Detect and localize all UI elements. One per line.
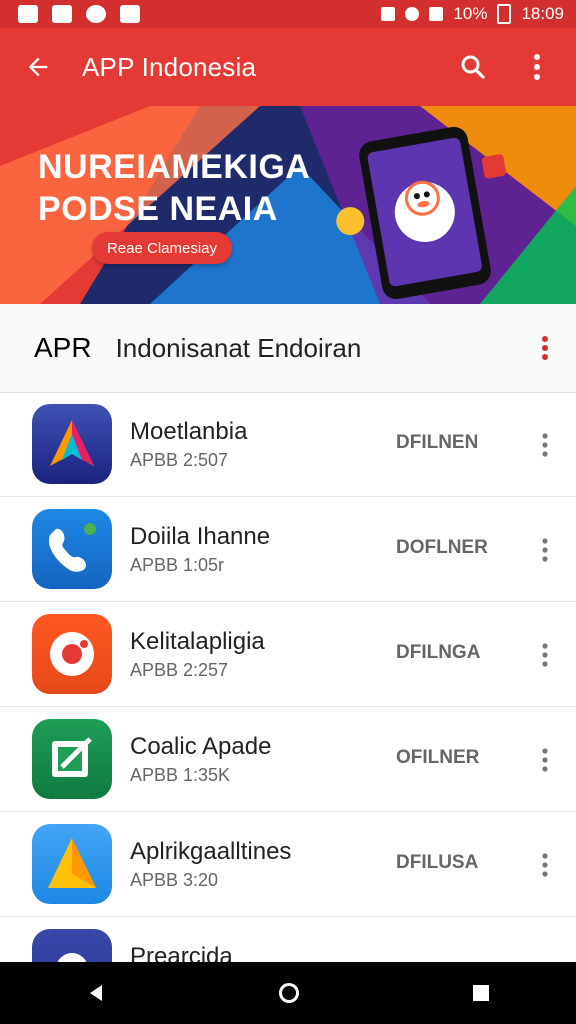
triangle-logo-icon xyxy=(48,838,96,888)
search-button[interactable] xyxy=(452,46,494,88)
edit-icon xyxy=(52,737,92,777)
app-list: Moetlanbia APBB 2:507 DFILNEN Doiila Iha… xyxy=(0,392,576,1021)
section-header: APR Indonisanat Endoiran xyxy=(0,304,576,393)
arrow-logo-icon xyxy=(50,420,94,466)
app-icon xyxy=(32,614,112,694)
promo-banner[interactable]: NUREIAMEKIGA PODSE NEAIA Reae Clamesiay xyxy=(0,106,576,304)
list-item[interactable]: Kelitalapligia APBB 2:257 DFILNGA xyxy=(0,602,576,707)
download-button[interactable]: DFILUSA xyxy=(396,852,478,874)
more-vert-icon[interactable] xyxy=(540,852,550,878)
phone-icon xyxy=(48,523,96,572)
system-nav-bar xyxy=(0,962,576,1024)
clock: 18:09 xyxy=(521,4,564,23)
app-icon xyxy=(32,719,112,799)
location-icon xyxy=(86,5,106,23)
section-more-icon[interactable] xyxy=(540,335,550,361)
back-triangle-icon[interactable] xyxy=(84,981,108,1005)
app-size: APBB 2:257 xyxy=(130,660,229,680)
list-item[interactable]: Aplrikgaalltines APBB 3:20 DFILUSA xyxy=(0,812,576,917)
download-button[interactable]: DOFLNER xyxy=(396,537,488,559)
photo-icon xyxy=(52,5,72,23)
list-item[interactable]: Coalic Apade APBB 1:35K OFILNER xyxy=(0,707,576,812)
more-vert-icon[interactable] xyxy=(540,747,550,773)
more-vert-icon[interactable] xyxy=(540,432,550,458)
app-name: Aplrikgaalltines xyxy=(130,838,292,865)
download-button[interactable]: OFILNER xyxy=(396,747,479,769)
bluetooth-icon xyxy=(381,7,396,21)
phone-illustration xyxy=(336,126,507,300)
list-item[interactable]: Moetlanbia APBB 2:507 DFILNEN xyxy=(0,392,576,497)
app-size: APBB 3:20 xyxy=(130,870,219,890)
status-bar: 10% 18:09 xyxy=(0,0,576,28)
app-icon xyxy=(32,404,112,484)
search-icon xyxy=(461,55,485,79)
section-label: APR xyxy=(34,332,92,363)
more-vert-icon xyxy=(534,54,540,80)
app-title: APP Indonesia xyxy=(82,51,257,82)
recents-square-icon[interactable] xyxy=(470,982,492,1004)
signal-icon xyxy=(429,7,444,21)
app-size: APBB 2:507 xyxy=(130,450,229,470)
app-name: Coalic Apade xyxy=(130,733,272,760)
app-icon xyxy=(32,824,112,904)
app-name: Doiila Ihanne xyxy=(130,523,271,550)
app-size: APBB 1:05r xyxy=(130,555,225,575)
home-circle-icon[interactable] xyxy=(276,980,302,1006)
banner-cta-button[interactable]: Reae Clamesiay xyxy=(92,232,232,264)
list-item[interactable]: Doiila Ihanne APBB 1:05r DOFLNER xyxy=(0,497,576,602)
app-name: Kelitalapligia xyxy=(130,628,265,655)
section-title: Indonisanat Endoiran xyxy=(115,332,362,363)
wifi-icon xyxy=(405,7,420,21)
battery-percentage: 10% xyxy=(453,4,488,23)
banner-headline-2: PODSE NEAIA xyxy=(38,190,278,228)
gallery-icon xyxy=(120,5,140,23)
app-icon xyxy=(32,509,112,589)
download-button[interactable]: DFILNEN xyxy=(396,432,478,454)
banner-headline-1: NUREIAMEKIGA xyxy=(38,148,311,186)
more-menu-button[interactable] xyxy=(516,46,558,88)
app-size: APBB 1:35K xyxy=(130,765,231,785)
back-button[interactable] xyxy=(14,43,62,91)
camera-icon xyxy=(50,632,94,676)
app-bar: APP Indonesia xyxy=(0,28,576,106)
battery-icon xyxy=(497,4,512,24)
app-name: Moetlanbia xyxy=(130,418,248,445)
back-arrow-icon xyxy=(28,57,48,77)
download-button[interactable]: DFILNGA xyxy=(396,642,480,664)
image-icon xyxy=(18,5,38,23)
more-vert-icon[interactable] xyxy=(540,537,550,563)
more-vert-icon[interactable] xyxy=(540,642,550,668)
